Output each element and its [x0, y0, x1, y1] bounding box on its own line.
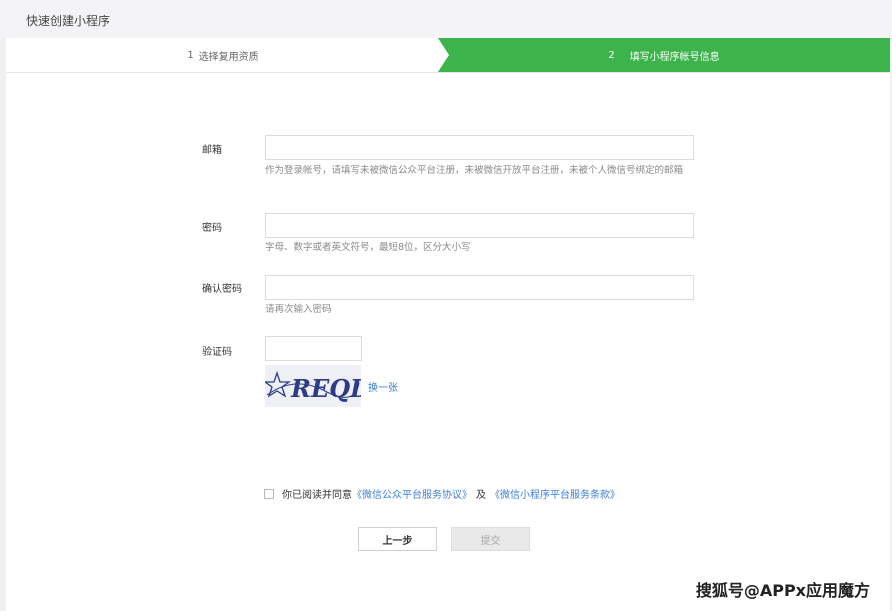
- captcha-drawing: REQD: [265, 365, 361, 407]
- confirm-password-input[interactable]: [265, 275, 694, 300]
- step-2: 2 填写小程序帐号信息: [438, 38, 890, 72]
- watermark-text: 搜狐号@APPx应用魔方: [695, 581, 870, 600]
- step-2-number: 2: [608, 49, 615, 61]
- step-indicator: 1 选择复用资质 2 填写小程序帐号信息: [6, 38, 890, 73]
- page-title: 快速创建小程序: [26, 14, 111, 28]
- password-input[interactable]: [265, 213, 694, 238]
- step-2-label: 填写小程序帐号信息: [629, 51, 720, 63]
- prev-step-button[interactable]: 上一步: [358, 527, 437, 551]
- agreement-prefix: 你已阅读并同意: [282, 490, 352, 501]
- email-label: 邮箱: [202, 145, 222, 156]
- step-1-number: 1: [187, 49, 194, 61]
- miniprogram-terms-link[interactable]: 《微信小程序平台服务条款》: [490, 486, 620, 501]
- agreement-checkbox[interactable]: [264, 488, 274, 499]
- email-input[interactable]: [265, 135, 694, 160]
- step-1-label: 选择复用资质: [198, 51, 259, 63]
- captcha-text: REQD: [290, 374, 361, 403]
- email-hint: 作为登录帐号，请填写未被微信公众平台注册，未被微信开放平台注册，未被个人微信号绑…: [265, 165, 684, 176]
- confirm-password-label: 确认密码: [202, 284, 242, 295]
- captcha-input[interactable]: [265, 336, 362, 361]
- submit-button[interactable]: 提交: [451, 527, 530, 551]
- service-agreement-link[interactable]: 《微信公众平台服务协议》: [352, 486, 472, 501]
- captcha-image[interactable]: REQD: [265, 365, 361, 407]
- captcha-refresh-link[interactable]: 换一张: [368, 379, 398, 394]
- password-label: 密码: [202, 223, 222, 234]
- agreement-row: 你已阅读并同意 《微信公众平台服务协议》 及 《微信小程序平台服务条款》: [264, 486, 620, 501]
- form-card: 1 选择复用资质 2 填写小程序帐号信息 邮箱 作为登录帐号，请填写未被微信公众…: [6, 38, 890, 611]
- captcha-label: 验证码: [202, 347, 232, 358]
- confirm-password-hint: 请再次输入密码: [265, 304, 332, 315]
- agreement-and: 及: [476, 490, 486, 501]
- password-hint: 字母、数字或者英文符号，最短8位，区分大小写: [265, 242, 471, 253]
- page-header: 快速创建小程序: [0, 0, 892, 38]
- step-1: 1 选择复用资质: [6, 38, 440, 72]
